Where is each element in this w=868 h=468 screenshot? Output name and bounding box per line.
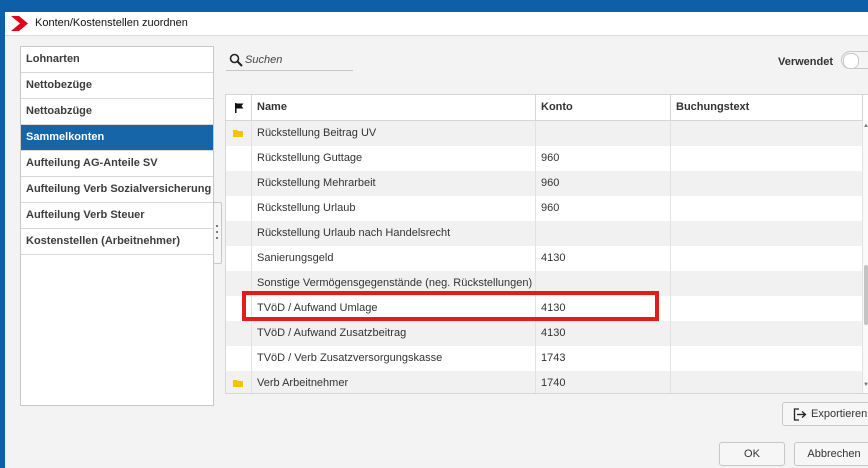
buchungstext-cell <box>671 371 863 393</box>
flag-cell <box>226 346 252 371</box>
search-icon <box>229 53 243 67</box>
name-cell: Rückstellung Mehrarbeit <box>252 171 536 196</box>
flag-cell <box>226 121 252 146</box>
konto-cell: 4130 <box>536 321 671 346</box>
sidebar-item[interactable]: Sammelkonten <box>21 125 213 151</box>
grip-dot <box>216 225 218 227</box>
dialog-window: Konten/Kostenstellen zuordnen Lohnarten N… <box>5 12 868 468</box>
konto-cell: 4130 <box>536 246 671 271</box>
name-cell: TVöD / Verb Zusatzversorgungskasse <box>252 346 536 371</box>
column-header-konto[interactable]: Konto <box>536 95 671 120</box>
folder-flag-icon <box>233 130 243 137</box>
name-cell: Rückstellung Urlaub <box>252 196 536 221</box>
name-cell: Rückstellung Guttage <box>252 146 536 171</box>
table-header: Name Konto Buchungstext <box>226 95 868 121</box>
folder-flag-icon <box>233 380 243 387</box>
table-row[interactable]: TVöD / Aufwand Zusatzbeitrag 4130 <box>226 321 868 346</box>
sidebar-item[interactable]: Lohnarten <box>21 47 213 73</box>
grip-dot <box>216 231 218 233</box>
flag-cell <box>226 171 252 196</box>
sidebar-item[interactable]: Aufteilung Verb Sozialversicherung <box>21 177 213 203</box>
scroll-thumb[interactable] <box>864 265 868 325</box>
name-cell: Rückstellung Beitrag UV <box>252 121 536 146</box>
name-cell: Verb Arbeitnehmer <box>252 371 536 393</box>
used-filter-label: Verwendet <box>778 56 834 68</box>
category-list: Lohnarten Nettobezüge Nettoabzüge Sammelkon… <box>20 46 214 406</box>
flag-cell <box>226 221 252 246</box>
buchungstext-cell <box>671 196 863 221</box>
used-filter-toggle[interactable] <box>841 51 868 69</box>
window-title: Konten/Kostenstellen zuordnen <box>35 17 188 29</box>
sidebar-item[interactable]: Aufteilung AG-Anteile SV <box>21 151 213 177</box>
flag-cell <box>226 371 252 393</box>
buchungstext-cell <box>671 246 863 271</box>
toggle-knob <box>843 53 859 69</box>
table-row[interactable]: Rückstellung Urlaub 960 <box>226 196 868 221</box>
sidebar-item[interactable]: Aufteilung Verb Steuer <box>21 203 213 229</box>
scroll-up-arrow-icon[interactable]: ▲ <box>863 123 868 129</box>
flag-cell <box>226 146 252 171</box>
accounts-table: Name Konto Buchungstext Rückstellung Bei… <box>225 94 868 394</box>
flag-icon <box>235 103 244 113</box>
table-row[interactable]: Rückstellung Mehrarbeit 960 <box>226 171 868 196</box>
name-cell: Sonstige Vermögensgegenstände (neg. Rück… <box>252 271 536 296</box>
table-row[interactable]: Rückstellung Beitrag UV <box>226 121 868 146</box>
table-row[interactable]: Rückstellung Guttage 960 <box>226 146 868 171</box>
table-row[interactable]: Sanierungsgeld 4130 <box>226 246 868 271</box>
flag-column-header[interactable] <box>226 95 252 120</box>
konto-cell: 960 <box>536 171 671 196</box>
name-cell: Sanierungsgeld <box>252 246 536 271</box>
konto-cell: 960 <box>536 146 671 171</box>
splitter-handle[interactable] <box>213 202 222 264</box>
cancel-button[interactable]: Abbrechen <box>794 442 868 466</box>
name-cell: Rückstellung Urlaub nach Handelsrecht <box>252 221 536 246</box>
flag-cell <box>226 271 252 296</box>
buchungstext-cell <box>671 221 863 246</box>
app-logo-icon <box>11 16 28 31</box>
table-row[interactable]: TVöD / Verb Zusatzversorgungskasse 1743 <box>226 346 868 371</box>
grip-dot <box>216 237 218 239</box>
flag-cell <box>226 296 252 321</box>
title-bar: Konten/Kostenstellen zuordnen <box>5 12 868 36</box>
export-icon <box>793 408 807 421</box>
buchungstext-cell <box>671 121 863 146</box>
name-cell: TVöD / Aufwand Zusatzbeitrag <box>252 321 536 346</box>
sidebar-item[interactable]: Kostenstellen (Arbeitnehmer) <box>21 229 213 255</box>
search-input[interactable] <box>245 52 349 67</box>
buchungstext-cell <box>671 321 863 346</box>
konto-cell: 1740 <box>536 371 671 393</box>
konto-cell <box>536 271 671 296</box>
buchungstext-cell <box>671 296 863 321</box>
column-header-name[interactable]: Name <box>252 95 536 120</box>
buchungstext-cell <box>671 271 863 296</box>
scroll-down-arrow-icon[interactable]: ▼ <box>863 382 868 388</box>
flag-cell <box>226 246 252 271</box>
buchungstext-cell <box>671 171 863 196</box>
konto-cell <box>536 121 671 146</box>
konto-cell <box>536 221 671 246</box>
table-row[interactable]: TVöD / Aufwand Umlage 4130 <box>226 296 868 321</box>
flag-cell <box>226 196 252 221</box>
table-row[interactable]: Sonstige Vermögensgegenstände (neg. Rück… <box>226 271 868 296</box>
sidebar-item[interactable]: Nettoabzüge <box>21 99 213 125</box>
name-cell: TVöD / Aufwand Umlage <box>252 296 536 321</box>
konto-cell: 1743 <box>536 346 671 371</box>
sidebar-item[interactable]: Nettobezüge <box>21 73 213 99</box>
konto-cell: 4130 <box>536 296 671 321</box>
flag-cell <box>226 321 252 346</box>
buchungstext-cell <box>671 146 863 171</box>
ok-button[interactable]: OK <box>719 442 785 466</box>
export-button-label: Exportieren <box>811 408 868 420</box>
konto-cell: 960 <box>536 196 671 221</box>
dialog-content: Lohnarten Nettobezüge Nettoabzüge Sammelkon… <box>5 36 868 468</box>
table-row[interactable]: Rückstellung Urlaub nach Handelsrecht <box>226 221 868 246</box>
table-scrollbar[interactable]: ▲ ▼ <box>863 120 868 393</box>
column-header-buchungstext[interactable]: Buchungstext <box>671 95 863 120</box>
table-row[interactable]: Verb Arbeitnehmer 1740 <box>226 371 868 393</box>
export-button[interactable]: Exportieren <box>782 402 868 426</box>
search-box[interactable] <box>226 50 353 71</box>
buchungstext-cell <box>671 346 863 371</box>
